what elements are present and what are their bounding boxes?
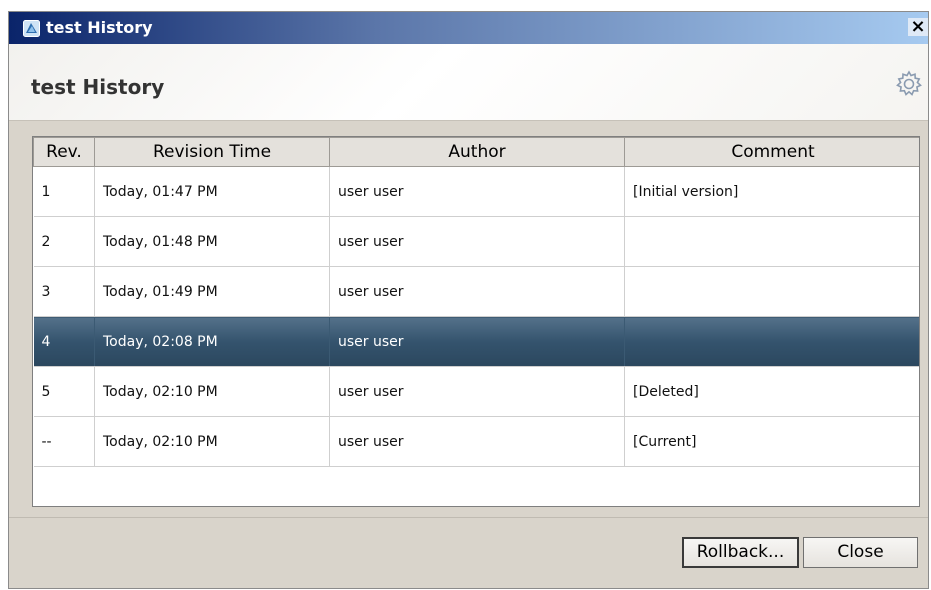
cell-rev: 2 [33,216,95,267]
cell-revision-time: Today, 02:10 PM [94,416,330,467]
cell-rev: 1 [33,166,95,217]
cell-author: user user [329,216,625,267]
cell-author: user user [329,266,625,317]
cell-comment [624,316,919,367]
table-row-selected[interactable]: 4 Today, 02:08 PM user user [33,316,919,367]
cell-revision-time: Today, 02:10 PM [94,366,330,417]
cell-comment: [Current] [624,416,919,467]
cell-rev: 3 [33,266,95,317]
cell-author: user user [329,316,625,367]
cell-author: user user [329,416,625,467]
cell-rev: 5 [33,366,95,417]
table-row[interactable]: 3 Today, 01:49 PM user user [33,266,919,317]
history-table: Rev. Revision Time Author Comment 1 Toda… [33,137,919,467]
cell-comment [624,216,919,267]
column-header-comment[interactable]: Comment [624,137,919,167]
column-header-rev[interactable]: Rev. [33,137,95,167]
table-header-row: Rev. Revision Time Author Comment [33,137,919,167]
cell-author: user user [329,166,625,217]
cell-comment: [Initial version] [624,166,919,217]
cell-author: user user [329,366,625,417]
cell-revision-time: Today, 01:49 PM [94,266,330,317]
app-icon [23,20,40,37]
table-row[interactable]: 1 Today, 01:47 PM user user [Initial ver… [33,166,919,217]
cell-comment [624,266,919,317]
page-title: test History [31,75,165,99]
window-title: test History [46,18,153,37]
gear-icon[interactable] [894,69,924,99]
history-dialog: test History × test History Rev. Revisio… [8,11,929,589]
cell-revision-time: Today, 01:48 PM [94,216,330,267]
table-row[interactable]: 5 Today, 02:10 PM user user [Deleted] [33,366,919,417]
cell-revision-time: Today, 02:08 PM [94,316,330,367]
close-button[interactable]: Close [803,537,918,568]
cell-rev: 4 [33,316,95,367]
header-band: test History [9,44,928,121]
history-table-container[interactable]: Rev. Revision Time Author Comment 1 Toda… [32,136,920,507]
column-header-revision-time[interactable]: Revision Time [94,137,330,167]
table-row[interactable]: -- Today, 02:10 PM user user [Current] [33,416,919,467]
column-header-author[interactable]: Author [329,137,625,167]
cell-rev: -- [33,416,95,467]
rollback-button[interactable]: Rollback... [682,537,799,568]
table-row[interactable]: 2 Today, 01:48 PM user user [33,216,919,267]
cell-revision-time: Today, 01:47 PM [94,166,330,217]
footer-divider [9,517,928,518]
cell-comment: [Deleted] [624,366,919,417]
close-icon[interactable]: × [908,18,928,36]
title-bar[interactable]: test History × [9,12,928,44]
